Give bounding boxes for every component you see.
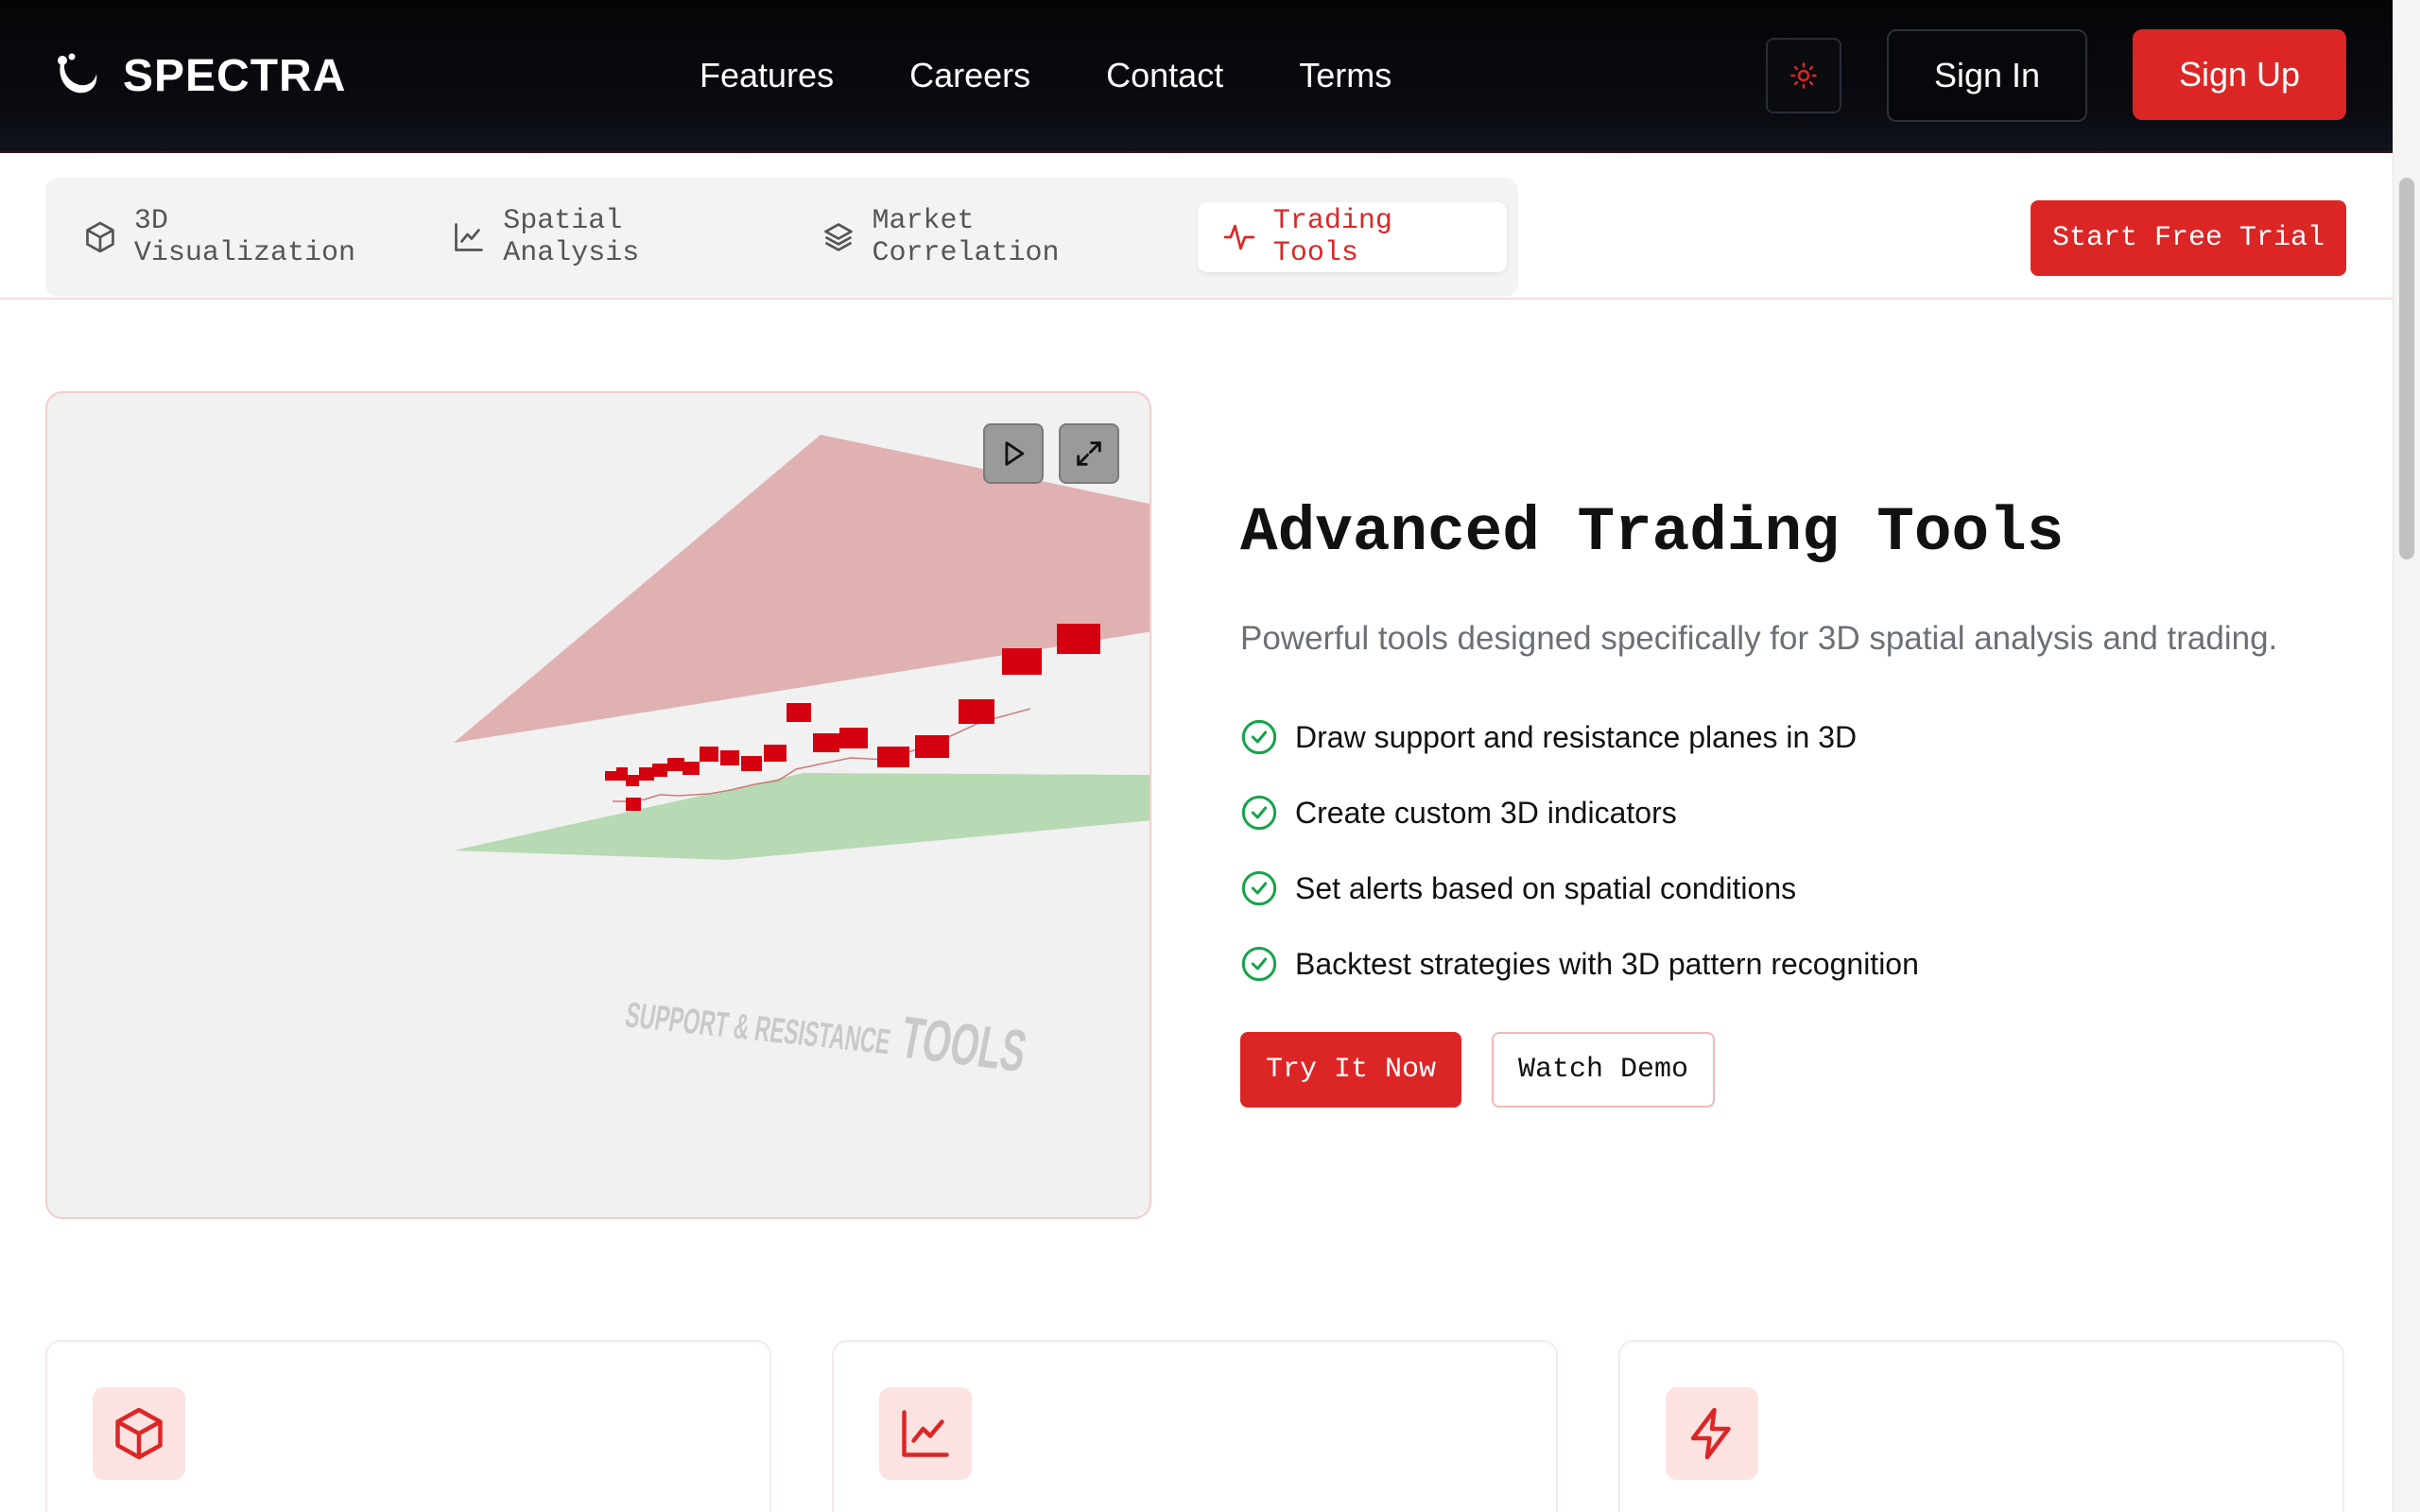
- card-icon-badge: [1666, 1387, 1758, 1480]
- price-point: [667, 758, 684, 771]
- brand-logo[interactable]: SPECTRA: [53, 45, 346, 106]
- trading-tools-3d-viewer[interactable]: SUPPORT & RESISTANCE TOOLS: [45, 391, 1151, 1219]
- start-free-trial-button[interactable]: Start Free Trial: [2031, 200, 2346, 276]
- price-point: [639, 767, 654, 781]
- feature-item: Backtest strategies with 3D pattern reco…: [1240, 941, 1919, 987]
- sign-in-button[interactable]: Sign In: [1887, 29, 2087, 122]
- price-point: [683, 762, 700, 775]
- resistance-plane: [454, 435, 1150, 743]
- page-scrollbar[interactable]: [2393, 0, 2420, 1512]
- price-point: [605, 771, 618, 781]
- nav-link-features[interactable]: Features: [700, 47, 834, 104]
- crescent-moon-icon: [58, 53, 97, 94]
- section-title: Advanced Trading Tools: [1240, 497, 2065, 568]
- price-point: [764, 745, 786, 762]
- line-chart-icon: [455, 223, 484, 251]
- feature-text: Create custom 3D indicators: [1295, 795, 1677, 830]
- feature-card-3d[interactable]: [45, 1340, 771, 1512]
- check-circle-icon: [1241, 870, 1277, 906]
- feature-item: Draw support and resistance planes in 3D: [1240, 714, 1919, 760]
- feature-text: Draw support and resistance planes in 3D: [1295, 719, 1858, 754]
- feature-text: Backtest strategies with 3D pattern reco…: [1295, 946, 1919, 981]
- price-point: [700, 747, 718, 762]
- main-nav: Features Careers Contact Terms: [700, 47, 1392, 104]
- scrollbar-thumb[interactable]: [2399, 178, 2414, 559]
- nav-link-careers[interactable]: Careers: [909, 47, 1030, 104]
- fullscreen-button[interactable]: [1059, 423, 1119, 484]
- theme-toggle-button[interactable]: [1766, 38, 1841, 113]
- price-point: [1057, 624, 1100, 654]
- price-point: [786, 703, 811, 722]
- tab-spatial-analysis[interactable]: Spatial Analysis: [427, 202, 785, 272]
- tab-label: Spatial Analysis: [503, 205, 640, 269]
- feature-tab-bar: 3D Visualization Spatial Analysis Market…: [0, 153, 2393, 300]
- sun-icon: [1790, 62, 1817, 89]
- nav-link-terms[interactable]: Terms: [1299, 47, 1392, 104]
- tab-label: Market Correlation: [872, 205, 1060, 269]
- tab-trading-tools[interactable]: Trading Tools: [1197, 202, 1508, 272]
- watch-demo-button[interactable]: Watch Demo: [1492, 1032, 1715, 1108]
- top-navbar: SPECTRA Features Careers Contact Terms S…: [0, 0, 2393, 153]
- box-icon: [115, 1407, 163, 1460]
- tab-3d-visualization[interactable]: 3D Visualization: [59, 202, 416, 272]
- price-point: [652, 764, 667, 777]
- support-resistance-scene: SUPPORT & RESISTANCE TOOLS: [454, 435, 1150, 1084]
- expand-icon: [1077, 441, 1101, 466]
- lightning-icon: [1690, 1407, 1731, 1460]
- brand-name: SPECTRA: [123, 50, 347, 101]
- feature-list: Draw support and resistance planes in 3D…: [1240, 714, 1919, 1017]
- nav-link-contact[interactable]: Contact: [1106, 47, 1223, 104]
- price-point: [877, 747, 909, 767]
- check-circle-icon: [1241, 795, 1277, 831]
- card-icon-badge: [879, 1387, 972, 1480]
- viz-caption-large: TOOLS: [895, 1004, 1031, 1084]
- tab-list: 3D Visualization Spatial Analysis Market…: [45, 178, 1518, 297]
- price-point: [741, 756, 762, 771]
- price-point: [626, 775, 639, 786]
- feature-card-speed[interactable]: [1618, 1340, 2344, 1512]
- feature-card-analysis[interactable]: [832, 1340, 1558, 1512]
- feature-item: Set alerts based on spatial conditions: [1240, 866, 1919, 911]
- price-point: [839, 728, 868, 748]
- feature-item: Create custom 3D indicators: [1240, 790, 1919, 835]
- feature-text: Set alerts based on spatial conditions: [1295, 870, 1797, 905]
- line-chart-icon: [902, 1410, 949, 1457]
- price-point: [720, 750, 739, 765]
- section-subtitle: Powerful tools designed specifically for…: [1240, 620, 2278, 657]
- price-point: [1002, 648, 1042, 675]
- try-it-now-button[interactable]: Try It Now: [1240, 1032, 1461, 1108]
- price-point: [915, 735, 949, 758]
- price-point: [959, 699, 994, 724]
- cube-icon: [86, 221, 114, 253]
- viz-caption-small: SUPPORT & RESISTANCE: [623, 995, 894, 1062]
- sign-up-button[interactable]: Sign Up: [2133, 29, 2346, 120]
- price-point: [813, 733, 839, 752]
- activity-icon: [1223, 224, 1255, 250]
- tab-market-correlation[interactable]: Market Correlation: [797, 202, 1186, 272]
- play-icon: [1005, 441, 1025, 466]
- check-circle-icon: [1241, 719, 1277, 755]
- tab-label: 3D Visualization: [133, 205, 355, 269]
- check-circle-icon: [1241, 946, 1277, 982]
- layers-icon: [823, 223, 853, 251]
- price-point: [626, 798, 641, 811]
- play-button[interactable]: [983, 423, 1044, 484]
- tab-label: Trading Tools: [1272, 205, 1392, 269]
- card-icon-badge: [93, 1387, 185, 1480]
